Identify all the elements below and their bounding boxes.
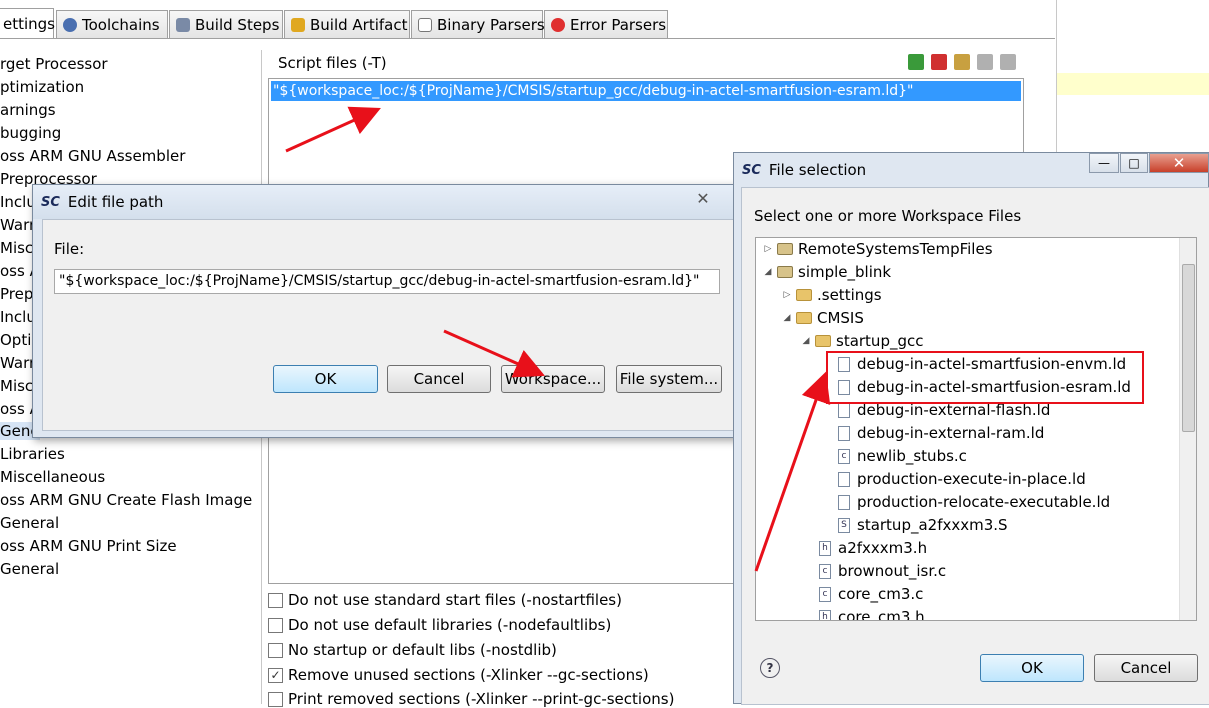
arrow-to-selected-file [754,371,831,572]
arrow-to-script-entry [285,106,381,153]
annotation-arrows [285,106,831,572]
arrow-to-workspace-button [443,329,545,378]
